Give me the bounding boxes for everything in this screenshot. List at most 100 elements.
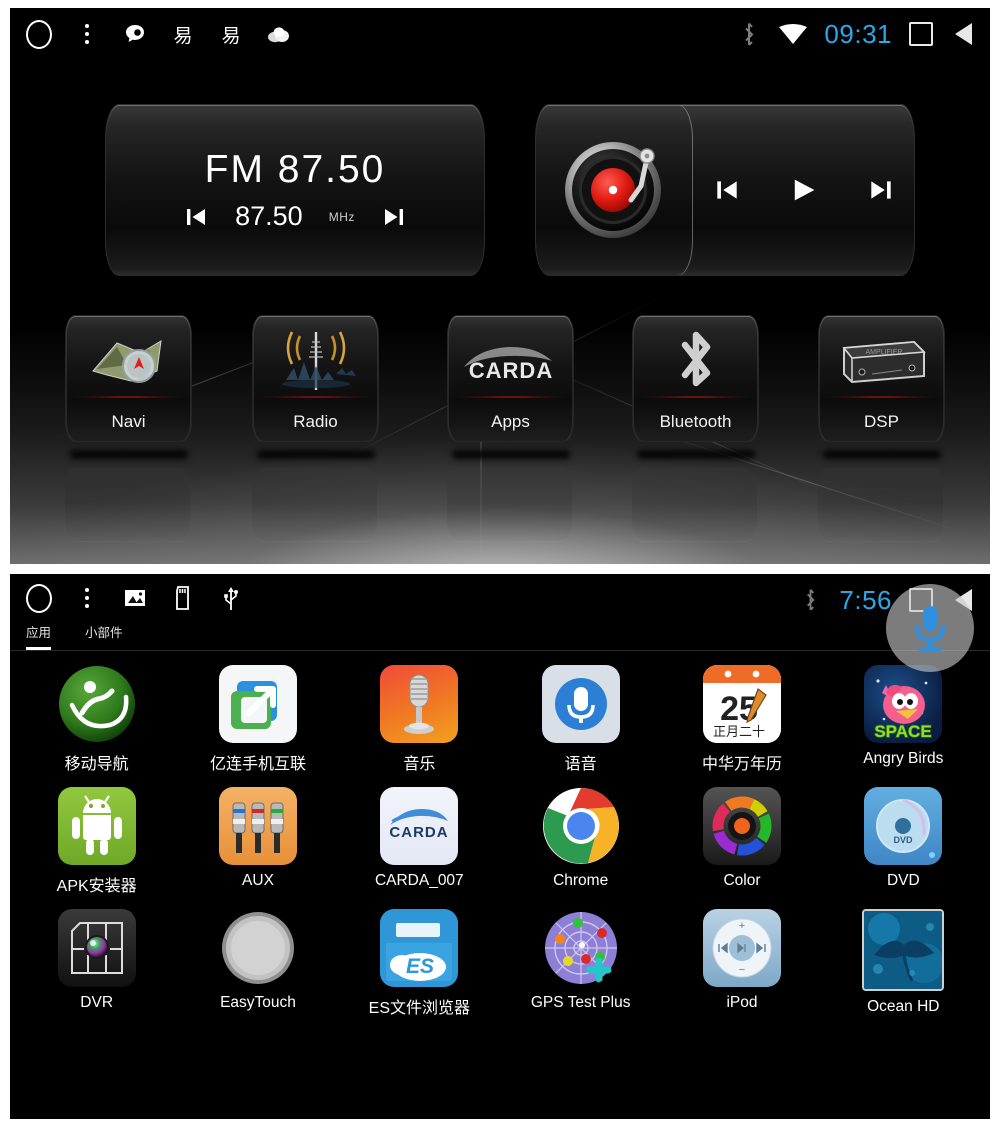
- top-status-bar: 易 易 09:31: [10, 8, 990, 60]
- tile-reflection: [252, 468, 377, 542]
- app-label: DVR: [80, 994, 114, 1011]
- ipod-clickwheel-icon: + −: [702, 909, 781, 987]
- app-label: CARDA_007: [374, 872, 464, 889]
- fm-band-frequency: FM 87.50: [204, 148, 386, 191]
- prev-track-icon[interactable]: [713, 176, 741, 204]
- app-cell-carda-007[interactable]: CARDA CARDA_007: [339, 787, 500, 896]
- usb-icon[interactable]: [218, 585, 244, 611]
- bluetooth-icon: [797, 587, 823, 613]
- gallery-image-icon[interactable]: [122, 585, 148, 611]
- app-label: DVD: [886, 872, 920, 889]
- voice-microphone-icon: [541, 665, 620, 743]
- sd-card-icon[interactable]: [170, 585, 196, 611]
- app-cell-color[interactable]: Color: [661, 787, 822, 896]
- chinese-calendar-icon: 25 正月二十: [702, 665, 781, 743]
- music-microphone-icon: [380, 665, 459, 743]
- menu-dots-icon[interactable]: [74, 21, 100, 47]
- microphone-icon: [914, 606, 946, 652]
- tile-reflection: [447, 468, 572, 542]
- app-label: Ocean HD: [867, 998, 940, 1015]
- app-cell-easytouch[interactable]: EasyTouch: [177, 909, 338, 1018]
- status-clock: 7:56: [839, 584, 892, 615]
- app-drawer: 7:56 应用 小部件 移动导航 亿连手机互联 音乐 语音 25 正月二十 中华…: [10, 574, 990, 1119]
- tab-apps[interactable]: 应用: [26, 622, 52, 650]
- aux-rca-cable-icon: [218, 787, 297, 865]
- app-label: iPod: [726, 994, 758, 1011]
- app-label: Chrome: [553, 872, 609, 889]
- app-cell-angry-birds[interactable]: SPACE Angry Birds: [823, 665, 984, 774]
- prev-track-icon[interactable]: [183, 204, 209, 230]
- svg-text:AMPLIFIER: AMPLIFIER: [865, 349, 902, 356]
- elink-phone-connect-icon: [218, 665, 297, 743]
- music-player-widget[interactable]: [535, 104, 915, 276]
- color-wheel-icon: [702, 787, 781, 865]
- yi-app-icon-2[interactable]: 易: [218, 21, 244, 47]
- shortcut-bluetooth[interactable]: Bluetooth: [632, 315, 759, 442]
- shortcut-navi[interactable]: Navi: [65, 315, 192, 442]
- head-unit-home: 易 易 09:31 FM 87.50 87.50 MHz Navi Radio …: [10, 8, 990, 564]
- drawer-tabs: 应用 小部件: [10, 622, 990, 651]
- app-cell-dvd[interactable]: DVD DVD: [823, 787, 984, 896]
- app-cell-chrome[interactable]: Chrome: [500, 787, 661, 896]
- carda-car-logo-icon: CARDA: [380, 787, 459, 865]
- status-clock: 09:31: [824, 18, 892, 49]
- gps-radar-icon: [542, 909, 620, 987]
- es-file-explorer-icon: ES: [380, 909, 459, 987]
- home-circle-icon[interactable]: [26, 583, 52, 613]
- bluetooth-icon: [736, 21, 762, 47]
- app-cell-voice[interactable]: 语音: [500, 665, 661, 774]
- shortcut-label: Radio: [293, 412, 338, 431]
- floating-voice-button[interactable]: [886, 584, 974, 672]
- svg-text:易: 易: [173, 25, 192, 46]
- app-cell-apk-installer[interactable]: APK安装器: [16, 787, 177, 896]
- tile-reflection: [632, 468, 757, 542]
- shortcut-radio[interactable]: Radio: [252, 315, 379, 442]
- tab-widgets[interactable]: 小部件: [85, 622, 123, 647]
- recents-square-icon[interactable]: [908, 21, 934, 47]
- app-row: APK安装器 AUX CARDA CARDA_007 Chrome Color …: [16, 787, 984, 909]
- play-icon[interactable]: [789, 175, 819, 205]
- chat-bubble-icon[interactable]: [122, 21, 148, 47]
- album-art-panel[interactable]: [536, 105, 693, 275]
- back-triangle-icon[interactable]: [950, 21, 976, 47]
- wifi-icon: [778, 21, 808, 47]
- app-label: 中华万年历: [701, 756, 782, 773]
- app-cell-dvr[interactable]: DVR: [16, 909, 177, 1018]
- cloud-weather-icon[interactable]: [266, 21, 292, 47]
- shortcut-label: DSP: [864, 412, 899, 431]
- calendar-lunar-date: 正月二十: [713, 725, 765, 740]
- app-label: ES文件浏览器: [368, 1000, 470, 1017]
- svg-text:CARDA: CARDA: [390, 824, 449, 841]
- next-track-icon[interactable]: [867, 176, 895, 204]
- app-cell-es-file-explorer[interactable]: ES ES文件浏览器: [339, 909, 500, 1018]
- app-label: 音乐: [403, 756, 436, 773]
- shortcut-apps[interactable]: CARDA Apps: [447, 315, 574, 442]
- app-cell-music[interactable]: 音乐: [339, 665, 500, 774]
- app-cell-chinese-calendar[interactable]: 25 正月二十 中华万年历: [661, 665, 822, 774]
- app-row: 移动导航 亿连手机互联 音乐 语音 25 正月二十 中华万年历 SPACE An…: [16, 665, 984, 787]
- app-cell-elink[interactable]: 亿连手机互联: [177, 665, 338, 774]
- app-cell-aux[interactable]: AUX: [177, 787, 338, 896]
- shortcut-dsp[interactable]: AMPLIFIER DSP: [818, 315, 945, 442]
- shortcut-label: Apps: [491, 412, 530, 431]
- app-label: 语音: [564, 756, 597, 773]
- app-cell-mobile-navigation[interactable]: 移动导航: [16, 665, 177, 774]
- shortcut-label: Navi: [111, 412, 146, 431]
- drawer-status-bar: 7:56: [10, 574, 990, 622]
- yi-app-icon[interactable]: 易: [170, 21, 196, 47]
- home-circle-icon[interactable]: [26, 19, 52, 49]
- amplifier-box-icon: AMPLIFIER: [819, 324, 944, 398]
- radio-tower-icon: [253, 324, 378, 398]
- svg-text:CARDA: CARDA: [468, 358, 552, 383]
- app-cell-ocean-hd[interactable]: Ocean HD: [823, 909, 984, 1018]
- fm-radio-widget[interactable]: FM 87.50 87.50 MHz: [105, 104, 485, 276]
- menu-dots-icon[interactable]: [74, 585, 100, 611]
- app-label: 亿连手机互联: [209, 756, 306, 773]
- app-cell-ipod[interactable]: + − iPod: [661, 909, 822, 1018]
- next-track-icon[interactable]: [381, 204, 407, 230]
- tile-reflection: [65, 468, 190, 542]
- svg-text:SPACE: SPACE: [875, 722, 932, 741]
- fm-frequency-unit: MHz: [328, 209, 355, 224]
- app-cell-gps-test-plus[interactable]: GPS Test Plus: [500, 909, 661, 1018]
- dvd-disc-icon: DVD: [864, 787, 943, 865]
